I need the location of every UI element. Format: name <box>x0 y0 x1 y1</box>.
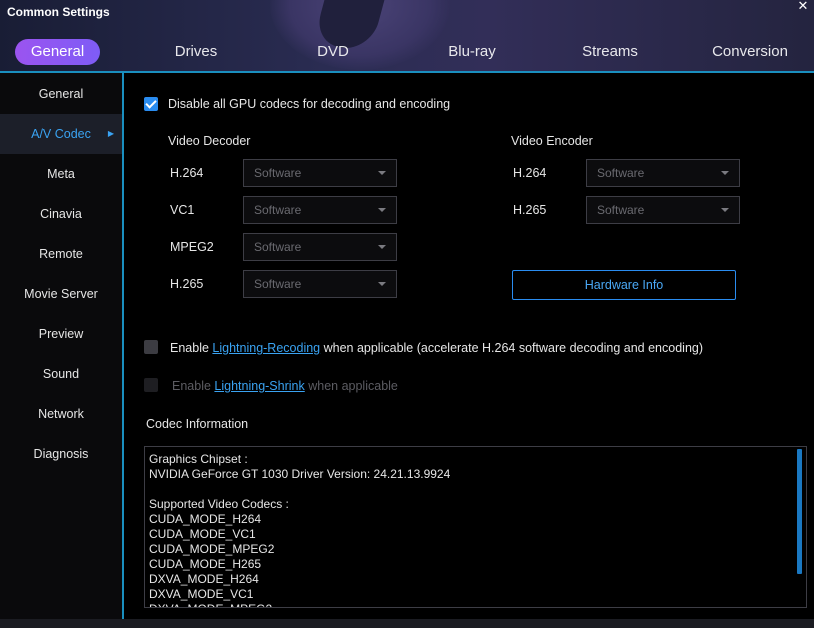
encoder-h265-label: H.265 <box>513 203 547 217</box>
tab-drives[interactable]: Drives <box>155 39 237 65</box>
hardware-info-button[interactable]: Hardware Info <box>512 270 736 300</box>
decoder-h264-label: H.264 <box>170 166 204 180</box>
select-value: Software <box>254 240 302 254</box>
decoder-h264-select[interactable]: Software <box>243 159 397 187</box>
lightning-recoding-prefix: Enable <box>170 341 213 355</box>
codec-information-title: Codec Information <box>146 417 249 431</box>
lightning-shrink-prefix: Enable <box>172 379 215 393</box>
codec-information-text: Graphics Chipset : NVIDIA GeForce GT 1030… <box>149 452 789 607</box>
sidebar-item-label: Cinavia <box>40 207 82 221</box>
video-encoder-title: Video Encoder <box>511 134 593 148</box>
chevron-down-icon <box>378 171 386 175</box>
chevron-down-icon <box>721 171 729 175</box>
sidebar-item-label: Meta <box>47 167 75 181</box>
codec-info-line <box>149 482 789 497</box>
select-value: Software <box>597 203 645 217</box>
sidebar-item-movie-server[interactable]: Movie Server <box>0 274 122 314</box>
disable-gpu-label: Disable all GPU codecs for decoding and … <box>168 97 451 111</box>
tab-general[interactable]: General <box>15 39 100 65</box>
tab-bar: General Drives DVD Blu-ray Streams Conve… <box>0 36 814 70</box>
lightning-recoding-suffix: when applicable (accelerate H.264 softwa… <box>320 341 704 355</box>
tab-blu-ray[interactable]: Blu-ray <box>434 39 510 65</box>
sidebar-item-label: Movie Server <box>24 287 98 301</box>
tab-streams[interactable]: Streams <box>567 39 653 65</box>
chevron-down-icon <box>378 245 386 249</box>
lightning-shrink-checkbox <box>144 378 158 392</box>
encoder-h265-select[interactable]: Software <box>586 196 740 224</box>
chevron-down-icon <box>378 282 386 286</box>
sidebar-item-label: Preview <box>38 327 84 341</box>
caret-right-icon: ▶ <box>107 129 114 138</box>
sidebar-item-label: Network <box>38 407 84 421</box>
decoder-vc1-label: VC1 <box>170 203 195 217</box>
sidebar: General A/V Codec ▶ Meta Cinavia Remote M… <box>0 73 122 619</box>
codec-info-line: DXVA_MODE_H264 <box>149 572 259 586</box>
sidebar-item-network[interactable]: Network <box>0 394 122 434</box>
lightning-shrink-suffix: when applicable <box>304 379 398 393</box>
tab-conversion[interactable]: Conversion <box>698 39 802 65</box>
scrollbar-thumb[interactable] <box>797 449 802 574</box>
lightning-recoding-checkbox[interactable] <box>144 340 158 354</box>
codec-info-line: CUDA_MODE_VC1 <box>149 527 256 541</box>
sidebar-item-label: A/V Codec <box>31 127 91 141</box>
select-value: Software <box>254 203 302 217</box>
close-icon[interactable]: ✕ <box>796 0 810 14</box>
lightning-recoding-link[interactable]: Lightning-Recoding <box>212 341 320 355</box>
encoder-h264-label: H.264 <box>513 166 547 180</box>
av-codec-panel: Disable all GPU codecs for decoding and … <box>124 73 814 619</box>
select-value: Software <box>254 166 302 180</box>
codec-info-line: Supported Video Codecs : <box>149 497 289 511</box>
chevron-down-icon <box>721 208 729 212</box>
sidebar-item-label: General <box>38 87 84 101</box>
select-value: Software <box>597 166 645 180</box>
title-bar: Common Settings ✕ General Drives DVD Blu… <box>0 0 814 72</box>
sidebar-item-preview[interactable]: Preview <box>0 314 122 354</box>
encoder-h264-select[interactable]: Software <box>586 159 740 187</box>
codec-info-line: Graphics Chipset : <box>149 452 248 466</box>
tab-dvd[interactable]: DVD <box>300 39 366 65</box>
decoder-h265-label: H.265 <box>170 277 204 291</box>
codec-info-line: DXVA_MODE_MPEG2 <box>149 602 789 607</box>
video-decoder-title: Video Decoder <box>168 134 251 148</box>
codec-information-box[interactable]: Graphics Chipset : NVIDIA GeForce GT 1030… <box>144 446 807 608</box>
codec-info-line: CUDA_MODE_H265 <box>149 557 262 571</box>
codec-info-line: CUDA_MODE_MPEG2 <box>149 542 275 556</box>
sidebar-item-diagnosis[interactable]: Diagnosis <box>0 434 122 474</box>
decoder-mpeg2-select[interactable]: Software <box>243 233 397 261</box>
codec-info-line: CUDA_MODE_H264 <box>149 512 262 526</box>
lightning-recoding-label: Enable Lightning-Recoding when applicabl… <box>170 341 703 355</box>
sidebar-item-general[interactable]: General <box>0 74 122 114</box>
sidebar-item-cinavia[interactable]: Cinavia <box>0 194 122 234</box>
sidebar-item-label: Remote <box>39 247 83 261</box>
chevron-down-icon <box>378 208 386 212</box>
sidebar-item-remote[interactable]: Remote <box>0 234 122 274</box>
codec-info-line: DXVA_MODE_VC1 <box>149 587 254 601</box>
decoder-mpeg2-label: MPEG2 <box>170 240 214 254</box>
sidebar-item-label: Sound <box>42 367 80 381</box>
decoder-h265-select[interactable]: Software <box>243 270 397 298</box>
bottom-bar <box>0 619 814 628</box>
window-title: Common Settings <box>7 5 110 19</box>
lightning-shrink-link[interactable]: Lightning-Shrink <box>214 379 304 393</box>
sidebar-item-sound[interactable]: Sound <box>0 354 122 394</box>
sidebar-item-meta[interactable]: Meta <box>0 154 122 194</box>
select-value: Software <box>254 277 302 291</box>
sidebar-item-label: Diagnosis <box>33 447 89 461</box>
codec-info-line: NVIDIA GeForce GT 1030 Driver Version: 2… <box>149 467 451 481</box>
lightning-shrink-label: Enable Lightning-Shrink when applicable <box>172 379 398 393</box>
disable-gpu-checkbox[interactable] <box>144 97 158 111</box>
sidebar-item-av-codec[interactable]: A/V Codec ▶ <box>0 114 122 154</box>
decoder-vc1-select[interactable]: Software <box>243 196 397 224</box>
